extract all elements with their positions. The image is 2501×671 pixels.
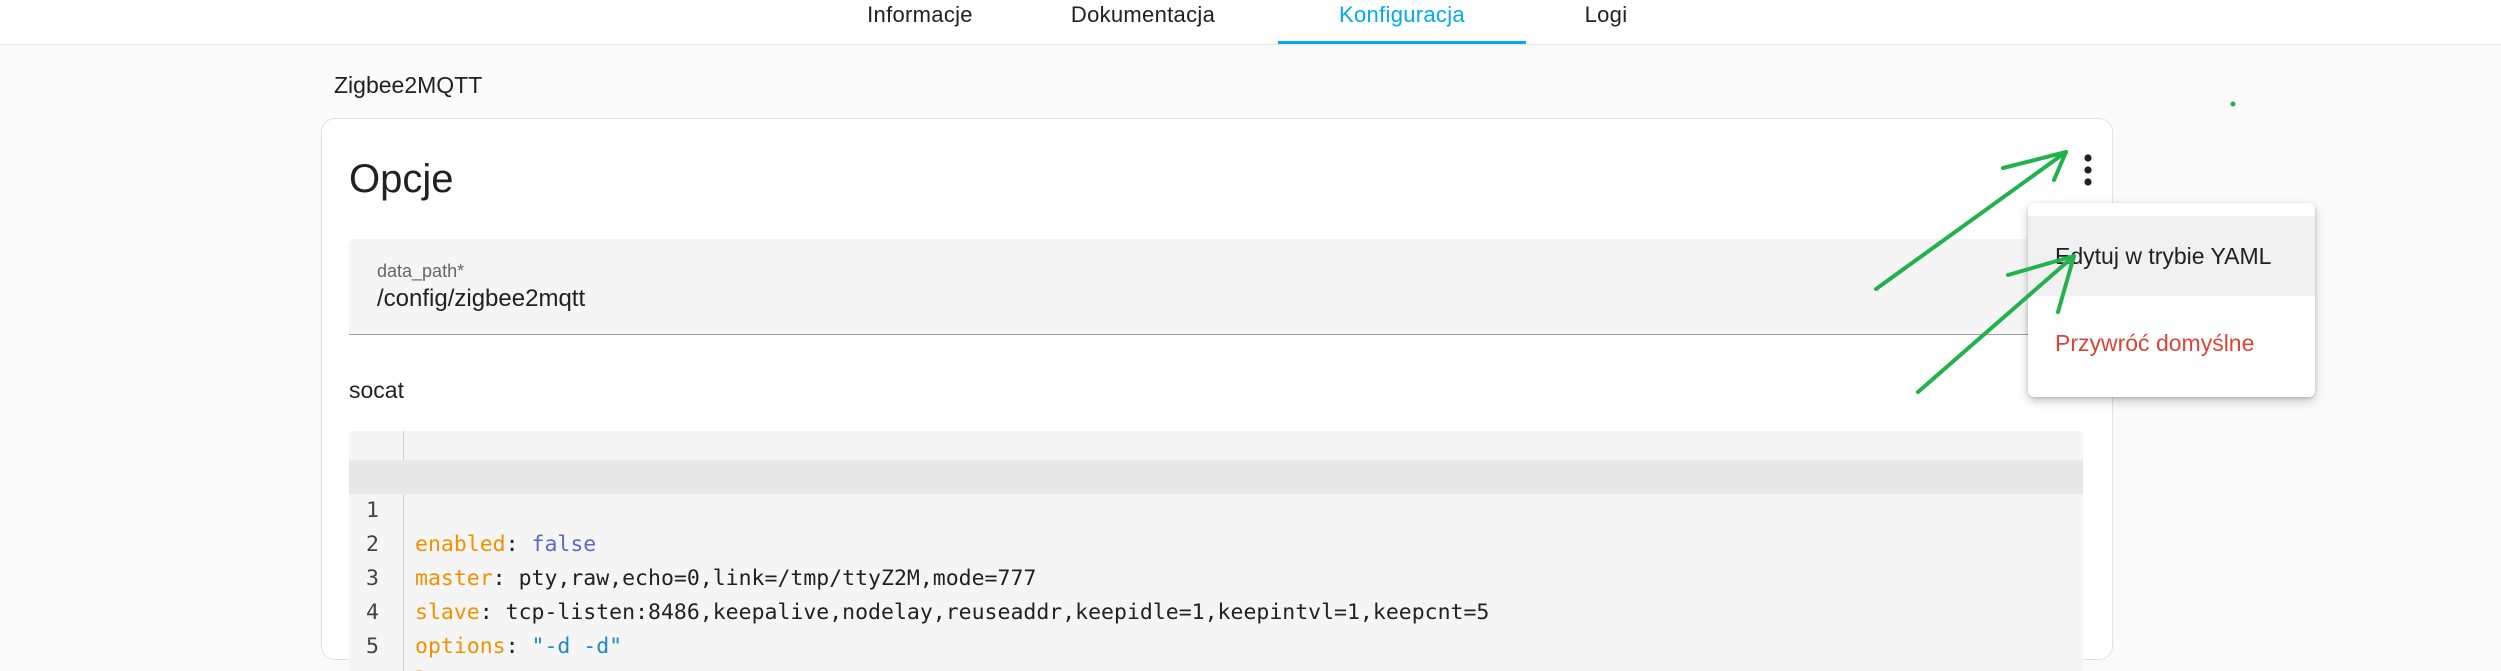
- code-line[interactable]: 4 options: "-d -d": [349, 562, 2083, 659]
- tab-dokumentacja[interactable]: Dokumentacja: [1040, 0, 1246, 44]
- tab-label: Logi: [1584, 2, 1628, 27]
- menu-item-label: Edytuj w trybie YAML: [2055, 243, 2272, 269]
- field-value[interactable]: /config/zigbee2mqtt: [377, 285, 585, 313]
- section-title: Zigbee2MQTT: [334, 72, 483, 98]
- overflow-menu-button[interactable]: [2068, 145, 2108, 195]
- tab-informacje[interactable]: Informacje: [820, 0, 1020, 44]
- code-line[interactable]: 5 log: true: [349, 596, 2083, 671]
- menu-item-restore-defaults[interactable]: Przywróć domyślne: [2028, 303, 2315, 383]
- tab-label: Informacje: [867, 2, 973, 27]
- code-line[interactable]: 3 slave: tcp-listen:8486,keepalive,nodel…: [349, 528, 2083, 625]
- code-line[interactable]: 2 master: pty,raw,echo=0,link=/tmp/ttyZ2…: [349, 494, 2083, 591]
- tab-logi[interactable]: Logi: [1560, 0, 1652, 44]
- tab-label: Dokumentacja: [1070, 2, 1216, 27]
- more-vertical-icon: [2084, 154, 2092, 186]
- top-tab-bar: Informacje Dokumentacja Konfiguracja Log…: [0, 0, 2501, 45]
- tab-label: Konfiguracja: [1339, 2, 1465, 27]
- yaml-code-editor[interactable]: 1 enabled: false 2 master: pty,raw,echo=…: [349, 431, 2083, 671]
- active-tab-indicator: [1278, 41, 1526, 44]
- menu-item-edit-yaml[interactable]: Edytuj w trybie YAML: [2028, 216, 2315, 296]
- annotation-dot: [2230, 101, 2236, 107]
- field-label: data_path*: [377, 261, 465, 281]
- line-number: 5: [366, 634, 379, 659]
- subsection-title: socat: [349, 377, 404, 403]
- code-line[interactable]: 1 enabled: false: [349, 460, 2083, 557]
- yaml-value: "-d -d": [531, 634, 623, 659]
- yaml-key: options: [415, 634, 506, 659]
- data-path-field[interactable]: data_path* /config/zigbee2mqtt: [349, 239, 2083, 335]
- options-card: Opcje data_path* /config/zigbee2mqtt soc…: [321, 118, 2113, 671]
- card-title: Opcje: [349, 157, 454, 201]
- yaml-separator: :: [505, 634, 532, 659]
- tab-konfiguracja[interactable]: Konfiguracja: [1278, 0, 1526, 44]
- menu-item-label: Przywróć domyślne: [2055, 330, 2255, 356]
- overflow-dropdown-menu: Edytuj w trybie YAML Przywróć domyślne: [2028, 203, 2315, 397]
